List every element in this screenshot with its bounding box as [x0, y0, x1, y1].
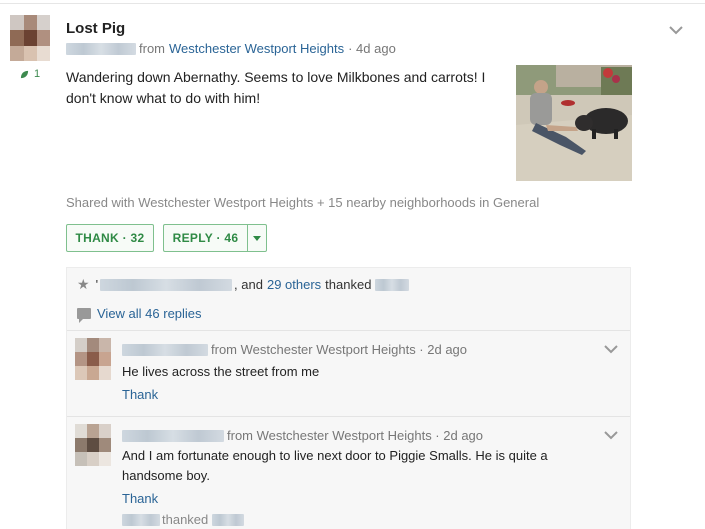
post-meta: from Westchester Westport Heights · 4d a…: [66, 41, 396, 56]
leaf-icon: [20, 70, 29, 78]
chevron-down-icon[interactable]: [603, 430, 619, 440]
reply-meta: from Westchester Westport Heights · 2d a…: [122, 342, 467, 357]
post-author-avatar[interactable]: [10, 15, 50, 61]
thanked-summary: ★ ' , and 29 others thanked: [77, 276, 410, 293]
thanked-names-redacted[interactable]: [100, 278, 233, 291]
post-time: · 4d ago: [348, 41, 396, 56]
reply-author-redacted[interactable]: [122, 429, 224, 442]
reply-text: He lives across the street from me: [122, 364, 320, 379]
reply-button[interactable]: REPLY · 46: [163, 224, 247, 252]
caret-down-icon: [253, 235, 261, 241]
reply-thanked-summary: thanked: [122, 512, 245, 527]
reply-text: And I am fortunate enough to live next d…: [122, 448, 548, 483]
star-icon: ★: [77, 276, 90, 292]
side-thank-count-value: 1: [34, 68, 41, 80]
reply-from: from Westchester Westport Heights · 2d a…: [227, 428, 484, 443]
neighborhood-link[interactable]: Westchester Westport Heights: [169, 41, 344, 56]
thanked-trailing: thanked: [325, 277, 372, 292]
reply-author-avatar[interactable]: [75, 338, 111, 380]
reply-thanked-text: thanked: [162, 512, 209, 527]
speech-bubble-icon: [77, 308, 91, 323]
shared-with-text: Shared with Westchester Westport Heights…: [66, 195, 540, 210]
top-divider: [0, 3, 705, 4]
thanked-leading: ': [95, 277, 99, 292]
replies-panel: ★ ' , and 29 others thanked View all 46 …: [66, 267, 631, 529]
pig-photo-image: [516, 65, 632, 181]
reply-author-avatar[interactable]: [75, 424, 111, 466]
chevron-down-icon[interactable]: [603, 344, 619, 354]
thanker-redacted[interactable]: [122, 513, 160, 526]
post-body: Wandering down Abernathy. Seems to love …: [66, 69, 486, 106]
side-thank-count[interactable]: 1: [20, 68, 40, 80]
chevron-down-icon[interactable]: [668, 25, 684, 35]
thanked-middle: , and: [234, 277, 263, 292]
thanked-person-redacted[interactable]: [212, 513, 245, 526]
view-all-replies-link[interactable]: View all 46 replies: [97, 306, 202, 321]
reply-thank-link[interactable]: Thank: [122, 491, 158, 506]
others-link[interactable]: 29 others: [267, 277, 321, 292]
reply-author-redacted[interactable]: [122, 343, 208, 356]
post-photo[interactable]: [516, 65, 632, 181]
reply-thank-link[interactable]: Thank: [122, 387, 158, 402]
author-name-redacted[interactable]: [66, 42, 136, 55]
reply-item: from Westchester Westport Heights · 2d a…: [67, 416, 630, 529]
thanked-recipient-redacted[interactable]: [375, 278, 410, 291]
reply-from: from Westchester Westport Heights · 2d a…: [211, 342, 468, 357]
reply-dropdown-button[interactable]: [247, 224, 267, 252]
from-prefix: from: [139, 41, 165, 56]
reply-item: from Westchester Westport Heights · 2d a…: [67, 330, 630, 416]
thank-button[interactable]: THANK · 32: [66, 224, 154, 252]
view-all-replies[interactable]: View all 46 replies: [77, 306, 202, 323]
reply-meta: from Westchester Westport Heights · 2d a…: [122, 428, 483, 443]
post-title[interactable]: Lost Pig: [66, 20, 125, 37]
